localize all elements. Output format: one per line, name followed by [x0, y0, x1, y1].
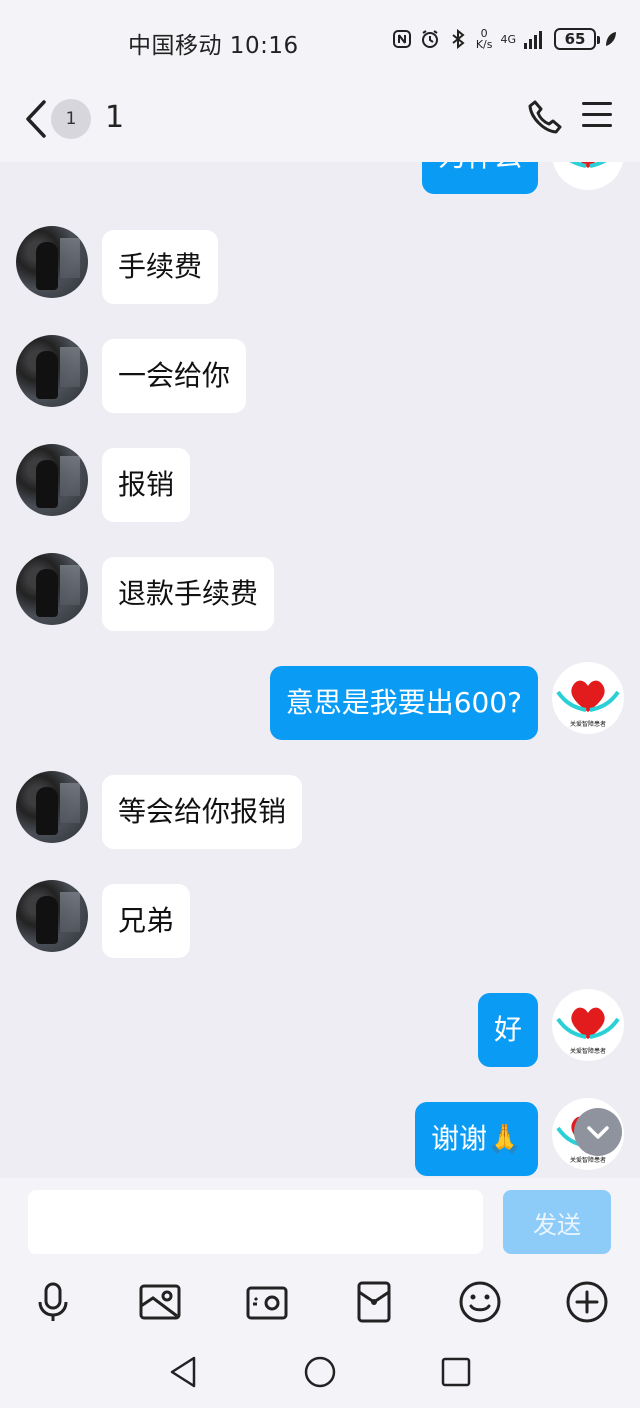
message-bubble-in[interactable]: 手续费 [102, 230, 219, 304]
logo-caption: 关爱智障患者 [570, 1047, 606, 1055]
home-circle-icon[interactable] [302, 1354, 338, 1390]
image-icon[interactable] [138, 1280, 182, 1324]
chat-title: 1 [105, 100, 125, 135]
charity-logo-icon: 关爱智障患者 [556, 680, 620, 728]
message-bubble-in[interactable]: 退款手续费 [102, 557, 275, 631]
message-bubble-out[interactable]: 谢谢🙏 [415, 1102, 538, 1176]
input-toolbar [0, 1268, 640, 1336]
alarm-icon [421, 30, 438, 48]
nfc-icon [392, 30, 411, 48]
camera-icon[interactable] [245, 1280, 289, 1324]
message-bubble-out[interactable]: 意思是我要出600? [269, 666, 538, 740]
charity-logo-icon: 关爱智障患者 [556, 1007, 620, 1055]
avatar[interactable] [16, 226, 88, 298]
emoji-icon[interactable] [458, 1280, 502, 1324]
microphone-icon[interactable] [31, 1280, 75, 1324]
logo-caption: 关爱智障患者 [570, 720, 606, 728]
back-triangle-icon[interactable] [166, 1354, 202, 1390]
charity-logo-icon [569, 162, 607, 168]
avatar[interactable] [16, 444, 88, 516]
avatar[interactable] [552, 162, 624, 190]
phone-icon[interactable] [526, 98, 564, 136]
leaf-icon [606, 32, 616, 46]
recent-square-icon[interactable] [438, 1354, 474, 1390]
avatar[interactable] [16, 553, 88, 625]
status-icons: 0 K/s 4G 65 [392, 28, 618, 50]
battery-indicator: 65 [554, 28, 600, 50]
unread-badge[interactable]: 1 [51, 99, 91, 139]
bluetooth-icon [452, 29, 465, 49]
message-bubble-out[interactable]: 为什么 [421, 162, 538, 194]
plus-icon[interactable] [565, 1280, 609, 1324]
input-bar: 发送 [0, 1178, 640, 1268]
message-bubble-in[interactable]: 兄弟 [102, 884, 191, 958]
message-list[interactable]: 为什么 手续费 一会给你 报销 退款手续费 意思是我要出600? 关爱智障患者 … [0, 162, 640, 1178]
network-speed: 0 K/s [476, 28, 493, 50]
scroll-to-bottom-button[interactable] [574, 1108, 622, 1156]
red-packet-icon[interactable] [352, 1280, 396, 1324]
chat-header: 1 1 [0, 80, 640, 162]
system-nav-bar [0, 1336, 640, 1408]
net-speed-unit: K/s [475, 38, 493, 51]
signal-label: 4G [500, 32, 516, 46]
message-bubble-in[interactable]: 一会给你 [102, 339, 247, 413]
chevron-down-icon [587, 1126, 609, 1139]
avatar[interactable] [16, 880, 88, 952]
message-input[interactable] [28, 1190, 483, 1254]
carrier-time: 中国移动 10:16 [128, 33, 299, 59]
status-bar: 中国移动 10:16 0 K/s 4G 65 [0, 0, 640, 80]
signal-icon [524, 31, 542, 49]
avatar[interactable]: 关爱智障患者 [552, 662, 624, 734]
message-bubble-in[interactable]: 等会给你报销 [102, 775, 303, 849]
menu-icon[interactable] [582, 102, 612, 132]
avatar[interactable] [16, 335, 88, 407]
logo-caption: 关爱智障患者 [570, 1156, 606, 1164]
message-bubble-in[interactable]: 报销 [102, 448, 191, 522]
avatar[interactable] [16, 771, 88, 843]
send-button[interactable]: 发送 [503, 1190, 611, 1254]
message-bubble-out[interactable]: 好 [477, 993, 538, 1067]
back-arrow-icon[interactable] [20, 98, 50, 140]
avatar[interactable]: 关爱智障患者 [552, 989, 624, 1061]
